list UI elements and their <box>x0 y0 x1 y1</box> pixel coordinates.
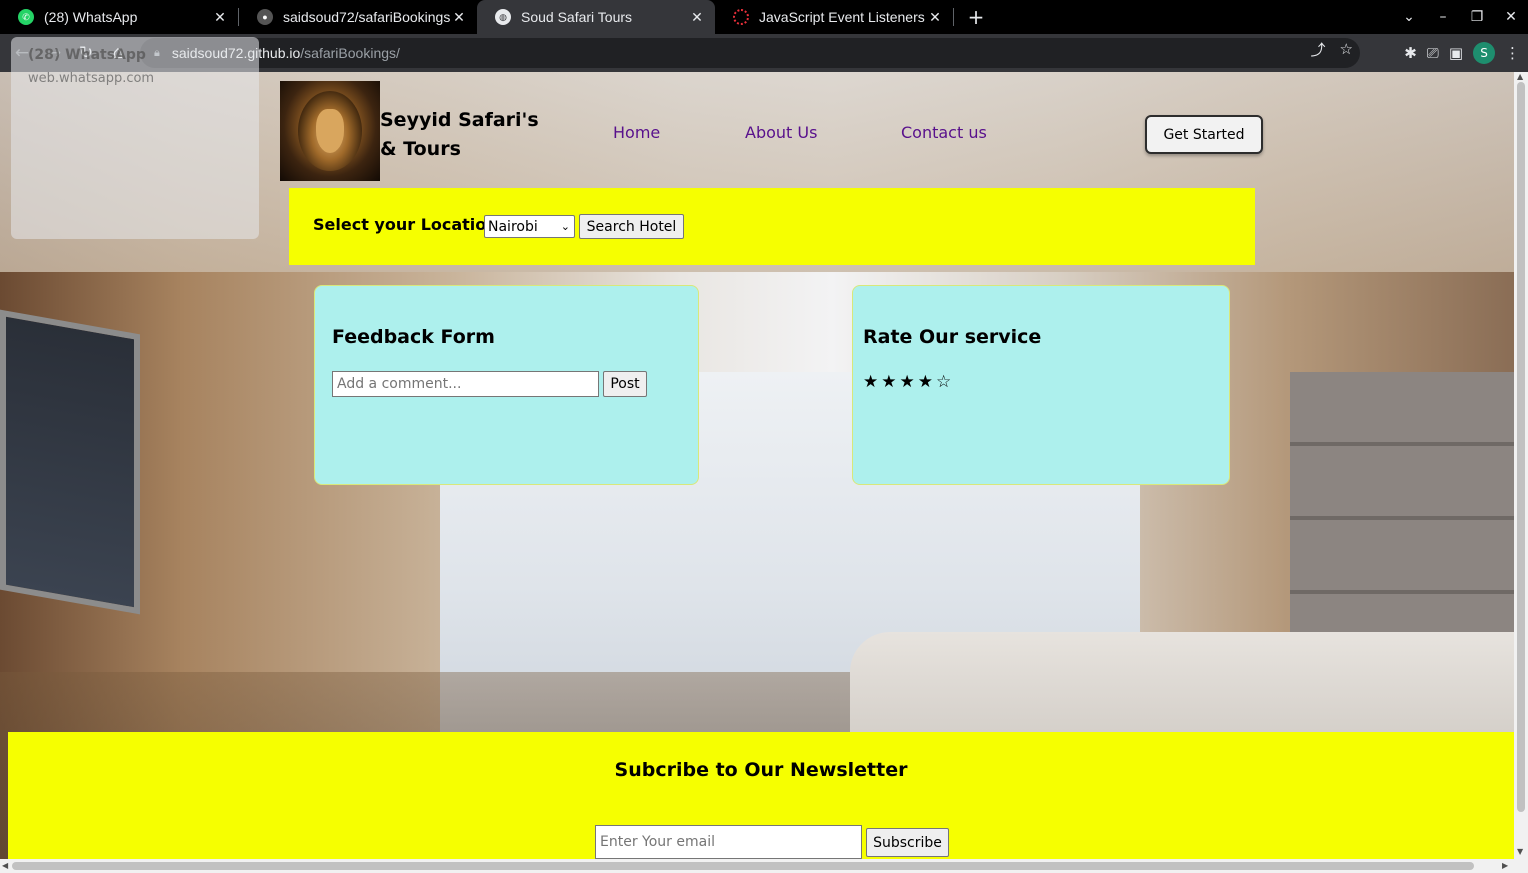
tab-title: JavaScript Event Listeners <box>759 9 925 25</box>
vertical-scrollbar[interactable]: ▲ ▼ <box>1514 72 1528 859</box>
chevron-down-icon: ⌄ <box>560 220 570 233</box>
tab-title: (28) WhatsApp <box>44 9 138 25</box>
background-tv <box>0 309 140 615</box>
tab-title: Soud Safari Tours <box>521 9 633 25</box>
star-filled-icon[interactable]: ★ <box>918 372 933 392</box>
nav-about-us[interactable]: About Us <box>745 123 817 142</box>
tab-search-icon[interactable]: ⌄ <box>1392 9 1426 25</box>
close-icon[interactable]: ✕ <box>689 9 705 26</box>
location-selected-value: Nairobi <box>488 218 538 235</box>
subscribe-button[interactable]: Subscribe <box>866 828 949 857</box>
feedback-title: Feedback Form <box>332 326 495 348</box>
new-tab-button[interactable]: + <box>962 0 990 34</box>
toolbar-right: ✱ ⎚ ▣ S ⋮ <box>1404 37 1520 69</box>
scroll-down-icon[interactable]: ▼ <box>1517 847 1523 856</box>
vertical-scroll-thumb[interactable] <box>1517 82 1525 812</box>
rating-title: Rate Our service <box>863 326 1042 348</box>
location-bar: Select your Location: Nairobi ⌄ Search H… <box>289 188 1255 265</box>
star-filled-icon[interactable]: ★ <box>881 372 896 392</box>
email-field[interactable]: Enter Your email <box>595 825 862 859</box>
scroll-right-icon[interactable]: ▶ <box>1502 861 1508 870</box>
close-window-icon[interactable]: ✕ <box>1494 9 1528 25</box>
preview-title: (28) WhatsApp <box>28 47 146 63</box>
spinner-icon <box>733 9 749 25</box>
rating-card: Rate Our service ★ ★ ★ ★ ☆ <box>852 285 1230 485</box>
tab-title: saidsoud72/safariBookings <box>283 9 451 25</box>
side-panel-icon[interactable]: ▣ <box>1449 44 1463 62</box>
star-filled-icon[interactable]: ★ <box>900 372 915 392</box>
tab-js-events[interactable]: JavaScript Event Listeners ✕ <box>715 0 953 34</box>
restore-icon[interactable]: ❐ <box>1460 9 1494 25</box>
brand-name: Seyyid Safari's & Tours <box>380 109 539 160</box>
tab-separator <box>953 8 954 26</box>
newsletter-title: Subcribe to Our Newsletter <box>614 759 908 781</box>
globe-icon: ◍ <box>495 9 511 25</box>
extensions-icon[interactable]: ✱ <box>1404 44 1417 62</box>
whatsapp-icon: ✆ <box>18 9 34 25</box>
star-filled-icon[interactable]: ★ <box>863 372 878 392</box>
github-icon: ● <box>257 9 273 25</box>
share-icon[interactable]: ⤴ <box>1311 39 1326 60</box>
lion-logo-image <box>280 81 380 181</box>
tab-whatsapp[interactable]: ✆ (28) WhatsApp ✕ <box>0 0 238 34</box>
close-icon[interactable]: ✕ <box>212 9 228 26</box>
nav-home[interactable]: Home <box>613 123 660 142</box>
preview-url: web.whatsapp.com <box>28 71 155 86</box>
comment-input[interactable]: Add a comment... <box>332 371 599 397</box>
omnibox-actions: ⤴ ☆ <box>1311 34 1353 64</box>
tab-strip: ✆ (28) WhatsApp ✕ ● saidsoud72/safariBoo… <box>0 0 1528 34</box>
tab-soud-safari[interactable]: ◍ Soud Safari Tours ✕ <box>477 0 715 34</box>
horizontal-scroll-thumb[interactable] <box>12 862 1474 870</box>
post-button[interactable]: Post <box>603 371 647 397</box>
address-bar[interactable]: 🔒︎ saidsoud72.github.io/safariBookings/ <box>140 38 1360 68</box>
menu-icon[interactable]: ⋮ <box>1505 44 1520 62</box>
horizontal-scrollbar[interactable]: ◀ ▶ <box>0 859 1528 873</box>
nav-contact-us[interactable]: Contact us <box>901 123 987 142</box>
url-path: /safariBookings/ <box>300 45 400 61</box>
star-empty-icon[interactable]: ☆ <box>936 372 951 392</box>
feedback-card: Feedback Form Add a comment... Post <box>314 285 699 485</box>
cast-icon[interactable]: ⎚ <box>1427 44 1439 62</box>
minimize-icon[interactable]: – <box>1426 9 1460 25</box>
close-icon[interactable]: ✕ <box>927 9 943 26</box>
newsletter-section: Subcribe to Our Newsletter Enter Your em… <box>8 732 1514 859</box>
get-started-button[interactable]: Get Started <box>1145 115 1263 154</box>
location-select[interactable]: Nairobi ⌄ <box>484 215 575 238</box>
tab-hover-preview: (28) WhatsApp web.whatsapp.com <box>11 37 259 239</box>
scroll-up-icon[interactable]: ▲ <box>1517 72 1523 81</box>
location-label: Select your Location: <box>313 215 505 234</box>
tab-github[interactable]: ● saidsoud72/safariBookings ✕ <box>239 0 477 34</box>
scroll-left-icon[interactable]: ◀ <box>2 861 8 870</box>
close-icon[interactable]: ✕ <box>451 9 467 26</box>
profile-avatar[interactable]: S <box>1473 42 1495 64</box>
search-hotel-button[interactable]: Search Hotel <box>579 214 684 239</box>
window-controls: ⌄ – ❐ ✕ <box>1392 0 1528 34</box>
bookmark-star-icon[interactable]: ☆ <box>1340 40 1353 58</box>
star-rating[interactable]: ★ ★ ★ ★ ☆ <box>863 372 951 392</box>
